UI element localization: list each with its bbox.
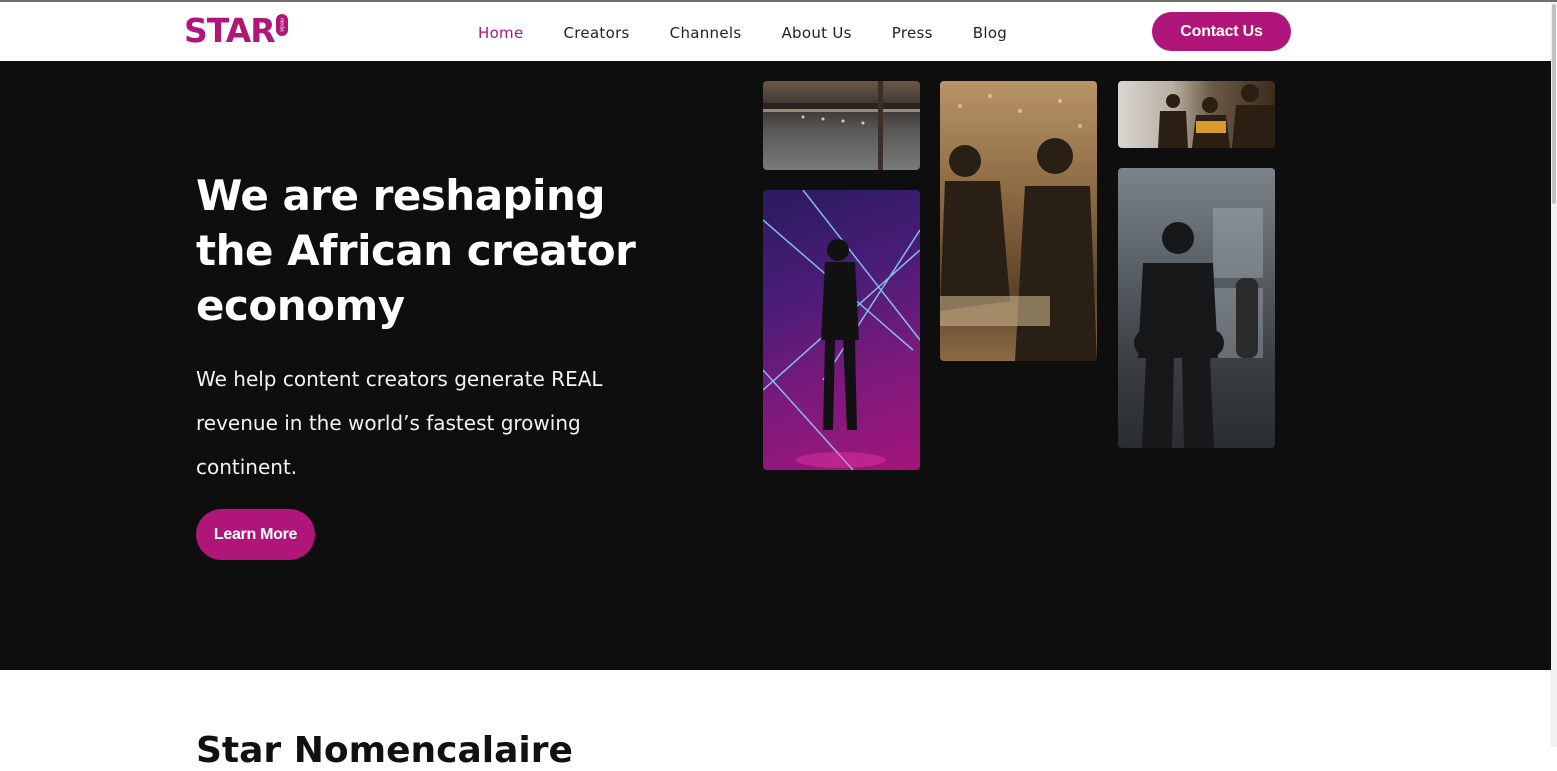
interior-photo-icon (763, 81, 920, 170)
nav-item-about-us[interactable]: About Us (781, 24, 851, 42)
photo-tile-dancer-neon (763, 190, 920, 470)
scrollbar-thumb[interactable] (1552, 4, 1556, 204)
hero-subtext: We help content creators generate REAL r… (196, 367, 603, 479)
nav-item-blog[interactable]: Blog (973, 24, 1007, 42)
contact-us-button[interactable]: Contact Us (1152, 12, 1291, 51)
nav-item-home[interactable]: Home (478, 24, 524, 42)
dj-photo-icon (940, 94, 1097, 361)
dancer-photo-icon (763, 190, 920, 470)
next-section-heading: Star Nomencalaire (196, 730, 573, 771)
photo-tile-boxer (1118, 168, 1275, 448)
nav-item-creators[interactable]: Creators (564, 24, 630, 42)
photo-tile-dj-couple (940, 81, 1097, 361)
logo-badge: media (275, 14, 288, 36)
main-nav: Home Creators Channels About Us Press Bl… (478, 24, 1047, 42)
logo-text: STAR (184, 10, 276, 50)
boxer-photo-icon (1134, 208, 1263, 448)
photo-tile-musicians (1118, 81, 1275, 148)
nav-item-press[interactable]: Press (892, 24, 933, 42)
site-header: STAR media Home Creators Channels About … (0, 2, 1551, 61)
brand-logo[interactable]: STAR media (184, 10, 288, 50)
photo-tile-interior (763, 81, 920, 170)
nav-item-channels[interactable]: Channels (670, 24, 742, 42)
hero-headline: We are reshaping the African creator eco… (196, 171, 636, 330)
musicians-photo-icon (1158, 84, 1275, 148)
learn-more-button[interactable]: Learn More (196, 509, 315, 560)
